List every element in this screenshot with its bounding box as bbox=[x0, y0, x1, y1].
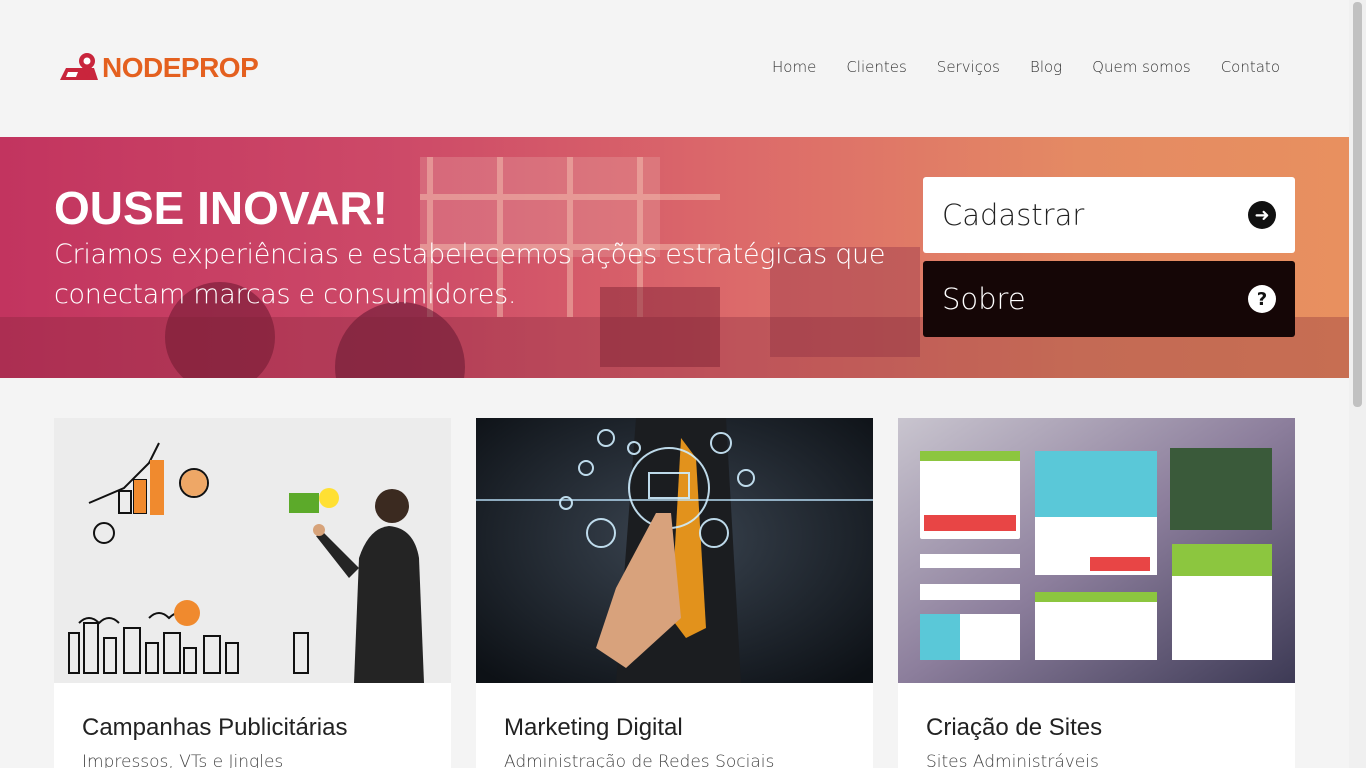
arrow-right-circle-icon: ➜ bbox=[1248, 201, 1276, 229]
marketing-whiteboard-image bbox=[54, 418, 451, 683]
question-circle-icon: ? bbox=[1248, 285, 1276, 313]
card-subtitle: Sites Administráveis bbox=[926, 752, 1099, 768]
nav-contato[interactable]: Contato bbox=[1221, 58, 1280, 76]
hero-subtitle: Criamos experiências e estabelecemos açõ… bbox=[54, 239, 886, 310]
scrollbar-thumb[interactable] bbox=[1353, 2, 1362, 407]
nav-home[interactable]: Home bbox=[772, 58, 816, 76]
sobre-label: Sobre bbox=[942, 282, 1026, 316]
nav-blog[interactable]: Blog bbox=[1030, 58, 1062, 76]
cadastrar-label: Cadastrar bbox=[942, 198, 1085, 232]
map-pin-logo-icon bbox=[60, 53, 98, 80]
sobre-button[interactable]: Sobre ? bbox=[923, 261, 1295, 337]
page-scrollbar[interactable] bbox=[1349, 0, 1366, 768]
card-title: Marketing Digital bbox=[504, 714, 683, 741]
ui-kit-image bbox=[898, 418, 1295, 683]
hero-title: OUSE INOVAR! bbox=[54, 182, 388, 234]
service-card-campanhas[interactable]: Campanhas Publicitárias Impressos, VTs e… bbox=[54, 418, 451, 768]
brand-name: NODEPROP bbox=[102, 52, 259, 83]
site-header: NODEPROP Home Clientes Serviços Blog Que… bbox=[0, 0, 1349, 137]
service-card-marketing-digital[interactable]: Marketing Digital Administração de Redes… bbox=[476, 418, 873, 768]
main-nav: Home Clientes Serviços Blog Quem somos C… bbox=[772, 58, 1280, 76]
cadastrar-button[interactable]: Cadastrar ➜ bbox=[923, 177, 1295, 253]
hero-banner: OUSE INOVAR! Criamos experiências e esta… bbox=[0, 137, 1349, 378]
card-title: Campanhas Publicitárias bbox=[82, 714, 348, 741]
nav-servicos[interactable]: Serviços bbox=[937, 58, 1000, 76]
nav-clientes[interactable]: Clientes bbox=[846, 58, 906, 76]
card-subtitle: Impressos, VTs e Jingles bbox=[82, 752, 284, 768]
card-title: Criação de Sites bbox=[926, 714, 1103, 741]
digital-touch-image bbox=[476, 418, 873, 683]
nav-quem-somos[interactable]: Quem somos bbox=[1092, 58, 1191, 76]
service-card-criacao-sites[interactable]: Criação de Sites Sites Administráveis bbox=[898, 418, 1295, 768]
card-subtitle: Administração de Redes Sociais bbox=[504, 752, 775, 768]
brand-logo[interactable]: NODEPROP bbox=[58, 48, 259, 88]
